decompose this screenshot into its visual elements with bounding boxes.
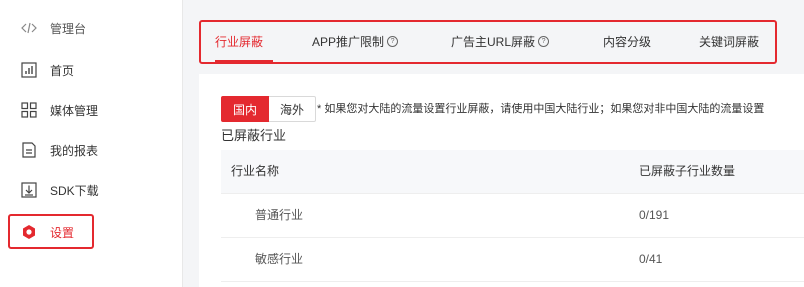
content-panel: 国内 海外 * 如果您对大陆的流量设置行业屏蔽，请使用中国大陆行业；如果您对非中… — [199, 74, 804, 287]
document-icon — [18, 139, 40, 161]
tab-label: 内容分级 — [603, 35, 652, 49]
sidebar-item-settings[interactable]: 设置 — [0, 212, 182, 252]
tab-app-promo-limit[interactable]: APP推广限制? — [312, 22, 399, 62]
tab-content-rating[interactable]: 内容分级 — [603, 22, 651, 62]
region-notice: * 如果您对大陆的流量设置行业屏蔽，请使用中国大陆行业；如果您对非中国大陆的流量… — [317, 103, 765, 115]
help-icon[interactable]: ? — [538, 36, 550, 48]
column-header-blocked-count: 已屏蔽子行业数量 — [639, 164, 736, 178]
help-icon[interactable]: ? — [387, 36, 399, 48]
sidebar-item-label: 媒体管理 — [50, 103, 99, 118]
tab-industry-block[interactable]: 行业屏蔽 — [215, 22, 263, 62]
sidebar-item-label: 我的报表 — [50, 143, 99, 158]
tab-label: APP推广限制 — [312, 35, 385, 49]
blocked-count-cell: 0/191 — [639, 208, 670, 222]
sidebar-item-label: SDK下载 — [50, 183, 99, 198]
sidebar: 管理台 首页 媒体管理 我的报表 SDK下载 设置 — [0, 0, 183, 287]
sidebar-item-media[interactable]: 媒体管理 — [0, 90, 182, 130]
sidebar-item-sdk-download[interactable]: SDK下载 — [0, 170, 182, 210]
main-area: 行业屏蔽 APP推广限制? 广告主URL屏蔽? 内容分级 关键词屏蔽 国内 海外… — [183, 0, 804, 287]
tab-advertiser-url-block[interactable]: 广告主URL屏蔽? — [451, 22, 550, 62]
section-title: 已屏蔽行业 — [221, 128, 287, 143]
bar-chart-icon — [18, 59, 40, 81]
industry-name-cell: 敏感行业 — [255, 252, 304, 266]
grid-icon — [18, 99, 40, 121]
blocked-industry-table: 行业名称 已屏蔽子行业数量 普通行业 0/191 敏感行业 0/41 — [221, 150, 804, 282]
sidebar-item-home[interactable]: 首页 — [0, 50, 182, 90]
sidebar-item-label: 首页 — [50, 63, 75, 78]
sidebar-item-reports[interactable]: 我的报表 — [0, 130, 182, 170]
sidebar-item-label: 管理台 — [50, 21, 87, 36]
tab-bar: 行业屏蔽 APP推广限制? 广告主URL屏蔽? 内容分级 关键词屏蔽 — [199, 20, 777, 64]
region-toggle: 国内 海外 — [221, 96, 317, 122]
settings-hexagon-icon — [18, 221, 40, 243]
region-domestic-button[interactable]: 国内 — [221, 96, 270, 122]
industry-name-cell: 普通行业 — [255, 208, 304, 222]
tab-label: 广告主URL屏蔽 — [451, 35, 536, 49]
column-header-industry-name: 行业名称 — [231, 164, 280, 178]
table-row[interactable]: 敏感行业 0/41 — [221, 238, 804, 282]
sidebar-item-label: 设置 — [50, 225, 75, 240]
table-header-row: 行业名称 已屏蔽子行业数量 — [221, 150, 804, 194]
table-row[interactable]: 普通行业 0/191 — [221, 194, 804, 238]
region-overseas-button[interactable]: 海外 — [269, 96, 317, 122]
tab-label: 关键词屏蔽 — [699, 35, 760, 49]
code-icon — [18, 17, 40, 39]
sidebar-item-console[interactable]: 管理台 — [0, 8, 182, 48]
tab-label: 行业屏蔽 — [215, 35, 264, 49]
download-icon — [18, 179, 40, 201]
tabs-card: 行业屏蔽 APP推广限制? 广告主URL屏蔽? 内容分级 关键词屏蔽 — [183, 0, 804, 68]
blocked-count-cell: 0/41 — [639, 252, 663, 266]
active-tab-indicator — [215, 60, 273, 62]
tab-keyword-block[interactable]: 关键词屏蔽 — [699, 22, 759, 62]
